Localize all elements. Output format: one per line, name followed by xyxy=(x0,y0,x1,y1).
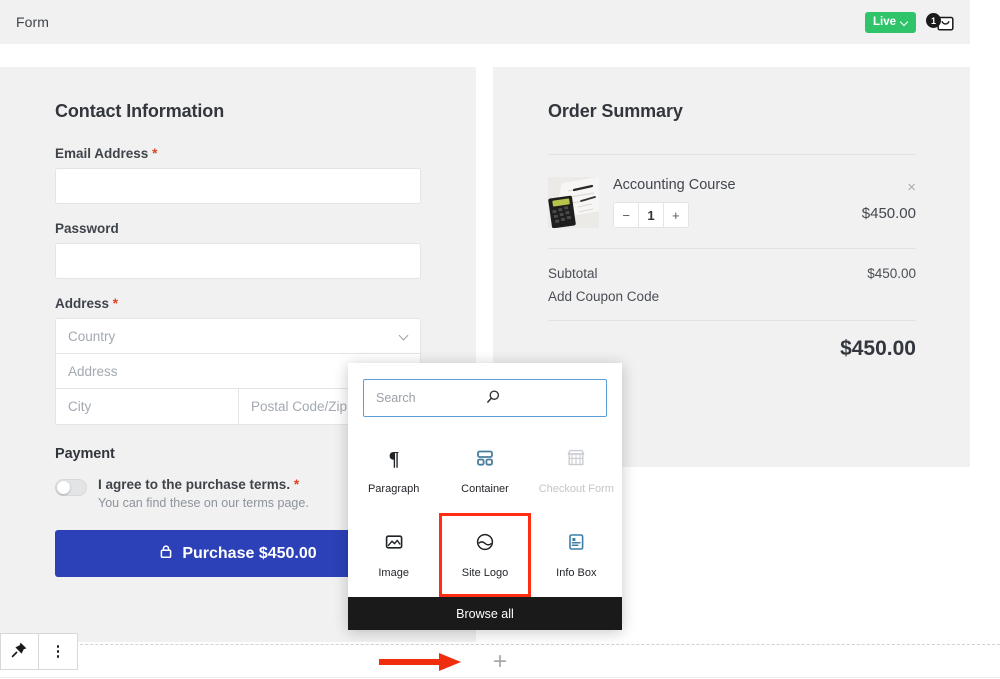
product-thumbnail xyxy=(548,177,599,228)
widget-info-box[interactable]: Info Box xyxy=(531,513,622,597)
country-placeholder: Country xyxy=(68,329,115,344)
cart-indicator[interactable]: 1 xyxy=(926,12,956,32)
widget-label: Paragraph xyxy=(368,483,419,496)
widget-image[interactable]: Image xyxy=(348,513,439,597)
email-field[interactable] xyxy=(55,168,421,204)
widget-label: Info Box xyxy=(556,567,596,580)
widget-search-input[interactable]: Search xyxy=(363,379,607,417)
required-asterisk: * xyxy=(294,477,299,492)
address-placeholder: Address xyxy=(68,364,118,379)
chevron-down-icon xyxy=(901,19,908,26)
top-bar-actions: Live 1 xyxy=(865,12,956,33)
subtotal-value: $450.00 xyxy=(867,266,916,281)
email-label: Email Address * xyxy=(55,146,421,161)
svg-text:¶: ¶ xyxy=(388,448,399,469)
image-icon xyxy=(383,531,405,558)
password-field[interactable] xyxy=(55,243,421,279)
editor-top-bar: Form Live 1 xyxy=(0,0,970,44)
chevron-down-icon xyxy=(400,332,408,340)
search-placeholder: Search xyxy=(376,391,486,405)
required-asterisk: * xyxy=(152,146,157,161)
order-line-item: Accounting Course − 1 + $450.00 × xyxy=(548,177,916,228)
annotation-arrow-icon xyxy=(377,650,467,679)
browse-all-button[interactable]: Browse all xyxy=(348,597,622,630)
terms-label: I agree to the purchase terms. * xyxy=(98,477,309,492)
widget-site-logo[interactable]: Site Logo xyxy=(439,513,530,597)
subtotal-row: Subtotal $450.00 xyxy=(548,266,916,281)
live-label: Live xyxy=(873,16,896,28)
quantity-decrease-button[interactable]: − xyxy=(614,203,638,227)
element-handle-toolbar xyxy=(0,633,78,670)
order-summary-section: Order Summary xyxy=(548,101,916,361)
terms-description: You can find these on our terms page. xyxy=(98,496,309,510)
pin-handle-button[interactable] xyxy=(0,633,39,670)
order-summary-heading: Order Summary xyxy=(548,101,916,122)
widget-picker-popup: Search ¶ Paragraph xyxy=(348,363,622,630)
subtotal-label: Subtotal xyxy=(548,266,598,281)
quantity-stepper: − 1 + xyxy=(613,202,689,228)
widget-checkout-form: Checkout Form xyxy=(531,429,622,513)
widget-grid: ¶ Paragraph Container xyxy=(348,429,622,597)
widget-container[interactable]: Container xyxy=(439,429,530,513)
more-vertical-icon xyxy=(57,645,60,658)
widget-search-container: Search xyxy=(348,363,622,429)
postal-placeholder: Postal Code/Zip xyxy=(251,399,347,414)
quantity-value[interactable]: 1 xyxy=(638,203,663,227)
cart-count-badge: 1 xyxy=(926,13,941,28)
city-input[interactable]: City xyxy=(56,389,238,424)
widget-label: Image xyxy=(378,567,409,580)
storefront-icon xyxy=(565,447,587,474)
password-label: Password xyxy=(55,221,421,236)
address-label: Address * xyxy=(55,296,421,311)
add-coupon-code-link[interactable]: Add Coupon Code xyxy=(548,289,916,304)
product-name: Accounting Course xyxy=(613,177,848,193)
quantity-increase-button[interactable]: + xyxy=(664,203,688,227)
city-placeholder: City xyxy=(68,399,91,414)
live-status-button[interactable]: Live xyxy=(865,12,916,33)
widget-label: Container xyxy=(461,483,509,496)
lock-icon xyxy=(159,544,173,564)
widget-label: Checkout Form xyxy=(539,483,614,496)
total-value: $450.00 xyxy=(548,337,916,361)
add-new-section-area[interactable]: + xyxy=(0,645,1000,678)
container-layout-icon xyxy=(474,447,496,474)
widget-paragraph[interactable]: ¶ Paragraph xyxy=(348,429,439,513)
terms-toggle[interactable] xyxy=(55,479,87,496)
country-select[interactable]: Country xyxy=(56,319,420,354)
pin-icon xyxy=(11,641,28,663)
more-options-button[interactable] xyxy=(39,633,78,670)
add-section-plus-button[interactable]: + xyxy=(493,650,507,674)
paragraph-pilcrow-icon: ¶ xyxy=(383,447,405,474)
contact-information-heading: Contact Information xyxy=(55,101,421,122)
search-icon xyxy=(486,389,596,407)
purchase-button-label: Purchase $450.00 xyxy=(182,545,316,563)
site-logo-circle-icon xyxy=(474,531,496,558)
required-asterisk: * xyxy=(113,296,118,311)
page-title: Form xyxy=(16,14,49,30)
info-box-icon xyxy=(565,531,587,558)
widget-label: Site Logo xyxy=(462,567,508,580)
remove-item-icon[interactable]: × xyxy=(907,180,916,195)
